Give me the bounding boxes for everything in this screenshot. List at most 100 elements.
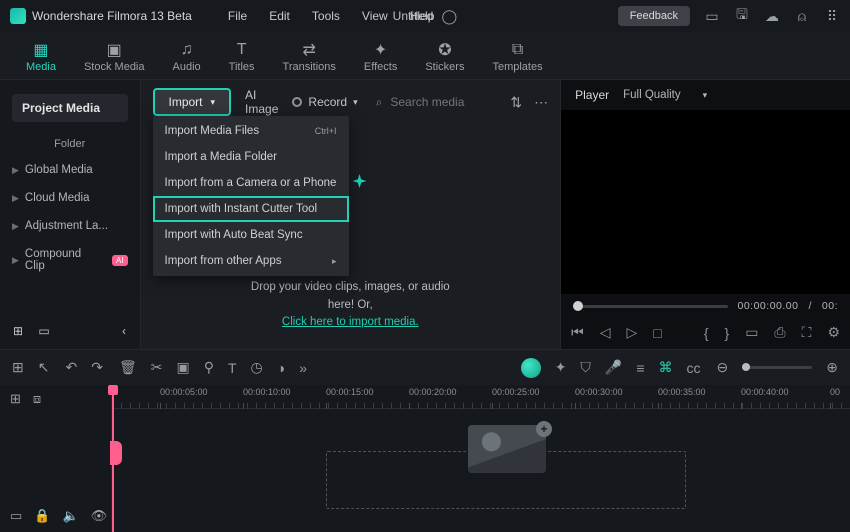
sidebar-item-global-media[interactable]: ▶Global Media: [0, 156, 140, 184]
sidebar-footer: ⊞ ▭ ‹: [0, 318, 142, 344]
chevron-right-icon: ▶: [12, 165, 19, 176]
ruler-tick: 00:00:15:00: [326, 387, 374, 397]
import-media-files[interactable]: Import Media FilesCtrl+I: [153, 118, 349, 144]
import-camera-phone[interactable]: Import from a Camera or a Phone: [153, 170, 349, 196]
audio-icon: ♫: [176, 41, 198, 59]
tab-stock-media[interactable]: ▣Stock Media: [70, 37, 159, 75]
player-tab[interactable]: Player: [575, 88, 609, 102]
menu-tools[interactable]: Tools: [312, 9, 340, 23]
tab-titles[interactable]: TTitles: [215, 37, 269, 75]
record-button[interactable]: Record ▾: [292, 95, 357, 109]
grid-icon[interactable]: ⠿: [824, 8, 840, 24]
zoom-slider[interactable]: [742, 366, 812, 369]
import-dropdown: Import Media FilesCtrl+I Import a Media …: [153, 116, 349, 276]
robot-icon[interactable]: ⌘: [659, 359, 673, 376]
import-auto-beat-sync[interactable]: Import with Auto Beat Sync: [153, 222, 349, 248]
play-icon[interactable]: ▷: [626, 324, 637, 341]
scrubber-thumb[interactable]: [573, 301, 583, 311]
sidebar-item-adjustment-layer[interactable]: ▶Adjustment La...: [0, 212, 140, 240]
ai-face-icon[interactable]: [521, 358, 541, 378]
player-scrubber[interactable]: [573, 305, 727, 308]
more-tools-icon[interactable]: »: [299, 360, 307, 376]
folder-header[interactable]: Folder: [0, 128, 140, 156]
menu-view[interactable]: View: [362, 9, 388, 23]
sidebar-item-cloud-media[interactable]: ▶Cloud Media: [0, 184, 140, 212]
tab-effects[interactable]: ✦Effects: [350, 37, 411, 75]
zoom-out-icon[interactable]: ⊖: [717, 359, 729, 376]
ai-image-button[interactable]: AI Image: [241, 88, 282, 116]
undo-icon[interactable]: ↶: [65, 359, 77, 376]
fullscreen-icon[interactable]: ⛶: [802, 324, 812, 341]
ruler-tick: 00:00:30:00: [575, 387, 623, 397]
save-icon[interactable]: 🖫: [734, 8, 750, 24]
mark-in-icon[interactable]: {: [704, 325, 709, 341]
track-video-icon[interactable]: ▭: [10, 508, 22, 524]
magnet-icon[interactable]: ⧈: [33, 391, 41, 407]
mic-icon[interactable]: 🎤: [605, 359, 622, 376]
crop-icon[interactable]: ▣: [176, 359, 189, 376]
import-button[interactable]: Import ▾: [153, 88, 232, 116]
caption-icon[interactable]: cc: [687, 360, 701, 376]
track-visible-icon[interactable]: 👁: [91, 508, 108, 524]
tab-stickers[interactable]: ✪Stickers: [411, 37, 478, 75]
pointer-icon[interactable]: ↖: [38, 359, 50, 376]
list-icon[interactable]: ≡: [636, 360, 644, 376]
templates-icon: ⧉: [507, 41, 529, 59]
chevron-down-icon: ▾: [703, 90, 708, 101]
project-media-button[interactable]: Project Media: [12, 94, 128, 122]
layout-icon[interactable]: ▭: [704, 8, 720, 24]
step-back-icon[interactable]: ◁: [600, 324, 611, 341]
tab-media[interactable]: ▦Media: [12, 37, 70, 75]
track-add-icon[interactable]: ⊞: [10, 391, 21, 407]
color-icon[interactable]: ◑: [277, 360, 285, 376]
timeline-ruler[interactable]: 00:00:05:00 00:00:10:00 00:00:15:00 00:0…: [112, 385, 850, 409]
filter-icon[interactable]: ⇅: [510, 94, 522, 111]
chevron-down-icon: ▾: [211, 97, 216, 108]
stop-icon[interactable]: □: [653, 325, 661, 341]
preview-player: Player Full Quality ▾ 00:00:00.00 / 00: …: [560, 80, 850, 349]
redo-icon[interactable]: ↷: [91, 359, 103, 376]
bin-icon[interactable]: ▭: [36, 324, 52, 338]
ruler-tick: 00:00:25:00: [492, 387, 540, 397]
speed-icon[interactable]: ◷: [251, 359, 263, 376]
zoom-in-icon[interactable]: ⊕: [826, 359, 838, 376]
add-clip-icon[interactable]: +: [536, 421, 552, 437]
effects-icon: ✦: [370, 41, 392, 59]
track-lock-icon[interactable]: 🔒: [34, 508, 50, 524]
snapshot-icon[interactable]: ⎙: [774, 324, 785, 341]
prev-frame-icon[interactable]: ⏮: [571, 324, 584, 341]
feedback-button[interactable]: Feedback: [618, 6, 690, 26]
text-icon[interactable]: T: [228, 360, 237, 376]
grid-view-icon[interactable]: ⊞: [12, 359, 24, 376]
tab-transitions[interactable]: ⇄Transitions: [269, 37, 350, 75]
shield-icon[interactable]: ⛉: [580, 359, 591, 376]
menu-edit[interactable]: Edit: [269, 9, 290, 23]
clip-placeholder[interactable]: [468, 425, 546, 473]
menu-file[interactable]: File: [228, 9, 247, 23]
delete-icon[interactable]: 🗑: [119, 359, 137, 376]
import-instant-cutter[interactable]: Import with Instant Cutter Tool: [153, 196, 349, 222]
import-other-apps[interactable]: Import from other Apps▸: [153, 248, 349, 274]
chevron-down-icon: ▾: [353, 97, 358, 108]
enhance-icon[interactable]: ✦: [555, 359, 567, 376]
new-folder-icon[interactable]: ⊞: [10, 324, 26, 338]
chevron-right-icon: ▶: [12, 255, 19, 266]
ratio-icon[interactable]: ▭: [745, 324, 758, 341]
sidebar-item-compound-clip[interactable]: ▶Compound ClipAI: [0, 240, 140, 280]
tab-templates[interactable]: ⧉Templates: [478, 37, 556, 75]
cloud-upload-icon[interactable]: ☁: [764, 8, 780, 24]
split-icon[interactable]: ✂: [151, 359, 163, 376]
track-mute-icon[interactable]: 🔈: [62, 508, 78, 524]
search-input[interactable]: [390, 95, 500, 109]
settings-icon[interactable]: ⚙: [827, 324, 840, 341]
collapse-sidebar-icon[interactable]: ‹: [116, 324, 132, 338]
tab-audio[interactable]: ♫Audio: [159, 37, 215, 75]
import-media-link[interactable]: Click here to import media.: [282, 316, 419, 328]
anchor-icon[interactable]: ⚲: [204, 359, 214, 376]
more-icon[interactable]: ⋯: [534, 94, 548, 111]
mark-out-icon[interactable]: }: [725, 325, 730, 341]
headset-icon[interactable]: ⍝: [794, 8, 810, 24]
quality-select[interactable]: Full Quality ▾: [623, 89, 707, 101]
playhead-handle[interactable]: [110, 441, 122, 465]
import-media-folder[interactable]: Import a Media Folder: [153, 144, 349, 170]
